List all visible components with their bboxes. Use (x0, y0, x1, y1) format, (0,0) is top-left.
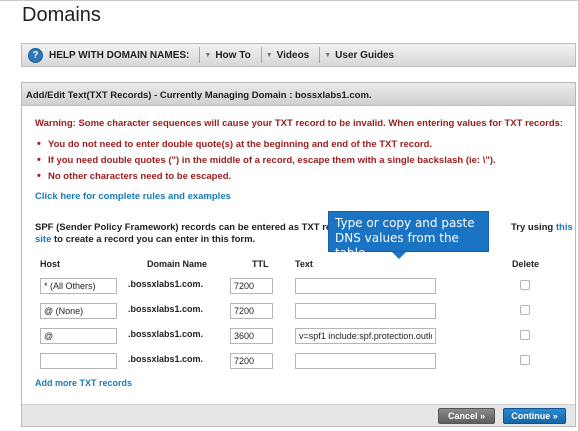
page-title: Domains (22, 4, 101, 26)
table-row: .bossxlabs1.com. (22, 276, 575, 298)
continue-button[interactable]: Continue » (503, 408, 566, 424)
help-link-label: User Guides (335, 49, 395, 61)
window-top-border (0, 0, 579, 1)
delete-checkbox[interactable] (520, 330, 530, 340)
delete-checkbox[interactable] (520, 355, 530, 365)
domain-name-cell: .bossxlabs1.com. (128, 279, 204, 289)
host-field[interactable] (40, 328, 117, 344)
divider (319, 47, 321, 63)
column-header-text: Text (295, 259, 313, 269)
column-header-ttl: TTL (252, 259, 269, 269)
spf-text: SPF (Sender Policy Framework) records ca… (35, 222, 355, 233)
delete-checkbox[interactable] (520, 305, 530, 315)
help-link-user-guides[interactable]: ▼ User Guides (324, 50, 394, 61)
help-link-videos[interactable]: ▼ Videos (266, 50, 310, 61)
this-site-link[interactable]: this (556, 222, 573, 233)
help-link-label: Videos (276, 49, 310, 61)
cancel-button[interactable]: Cancel » (438, 408, 495, 424)
callout-pointer (392, 252, 406, 259)
chevron-down-icon: ▼ (265, 51, 273, 59)
spf-text-2: to create a record you can enter in this… (51, 234, 256, 245)
warning-item: No other characters need to be escaped. (35, 170, 496, 187)
host-field[interactable] (40, 278, 117, 294)
column-header-delete: Delete (512, 259, 540, 269)
column-header-host: Host (40, 259, 60, 269)
help-bar: ? HELP WITH DOMAIN NAMES: ▼ How To ▼ Vid… (21, 43, 576, 67)
text-field[interactable] (295, 303, 436, 319)
add-more-txt-records-link[interactable]: Add more TXT records (35, 378, 132, 388)
chevron-down-icon: ▼ (204, 51, 212, 59)
text-field[interactable] (295, 278, 436, 294)
txt-records-panel: Add/Edit Text(TXT Records) - Currently M… (21, 82, 576, 427)
table-row: .bossxlabs1.com. (22, 301, 575, 323)
ttl-field[interactable] (230, 278, 273, 294)
chevron-down-icon: ▼ (324, 51, 332, 59)
warning-item: If you need double quotes (") in the mid… (35, 154, 496, 171)
table-row: .bossxlabs1.com. (22, 326, 575, 348)
help-link-how-to[interactable]: ▼ How To (204, 50, 250, 61)
panel-footer: Cancel » Continue » (22, 404, 575, 426)
domain-name-cell: .bossxlabs1.com. (128, 304, 204, 314)
ttl-field[interactable] (230, 353, 273, 369)
warning-text: Warning: Some character sequences will c… (35, 118, 564, 129)
help-link-label: How To (215, 49, 251, 61)
rules-link[interactable]: Click here for complete rules and exampl… (35, 191, 231, 202)
panel-header: Add/Edit Text(TXT Records) - Currently M… (22, 83, 575, 106)
host-field[interactable] (40, 353, 117, 369)
ttl-field[interactable] (230, 328, 273, 344)
help-label: HELP WITH DOMAIN NAMES: (49, 49, 190, 61)
divider (199, 47, 201, 63)
instruction-callout: Type or copy and paste DNS values from t… (328, 211, 489, 260)
warning-list: You do not need to enter double quote(s)… (35, 138, 496, 187)
domain-name-cell: .bossxlabs1.com. (128, 329, 204, 339)
column-header-domain: Domain Name (147, 259, 208, 269)
this-site-link-2[interactable]: site (35, 234, 51, 245)
table-row: .bossxlabs1.com. (22, 351, 575, 373)
ttl-field[interactable] (230, 303, 273, 319)
domain-name-cell: .bossxlabs1.com. (128, 354, 204, 364)
host-field[interactable] (40, 303, 117, 319)
delete-checkbox[interactable] (520, 280, 530, 290)
spf-text-line-2: site to create a record you can enter in… (35, 234, 255, 245)
text-field[interactable] (295, 328, 436, 344)
help-icon[interactable]: ? (28, 47, 43, 63)
divider (260, 47, 262, 63)
spf-try-text: Try using this (511, 222, 573, 233)
text-field[interactable] (295, 353, 436, 369)
spf-try-label: Try using (511, 222, 556, 233)
warning-item: You do not need to enter double quote(s)… (35, 138, 496, 155)
